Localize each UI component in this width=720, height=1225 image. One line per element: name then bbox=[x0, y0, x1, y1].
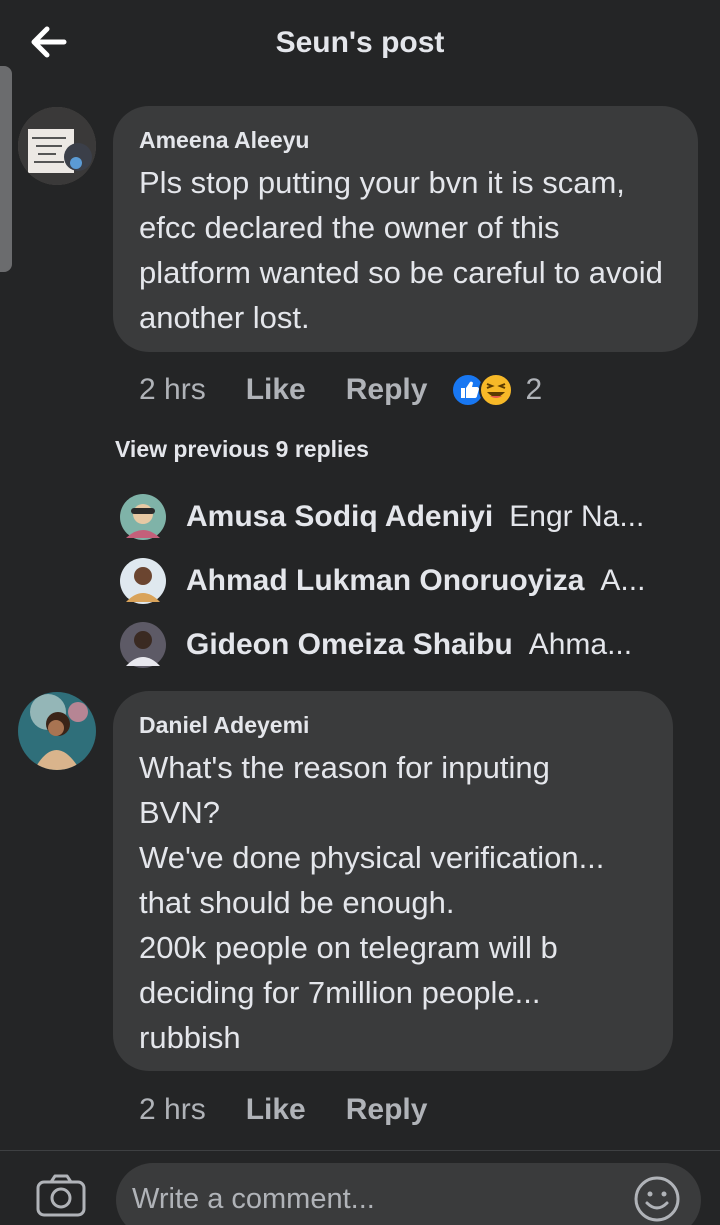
like-button[interactable]: Like bbox=[246, 373, 306, 407]
comment-bubble[interactable]: Daniel Adeyemi What's the reason for inp… bbox=[113, 691, 673, 1071]
avatar[interactable] bbox=[18, 692, 96, 770]
reply-button[interactable]: Reply bbox=[346, 373, 428, 407]
avatar bbox=[120, 558, 166, 604]
comment-line: We've done physical verification... bbox=[139, 840, 605, 875]
comment-line: BVN? bbox=[139, 795, 220, 830]
reply-preview[interactable]: Gideon Omeiza Shaibu Ahma... bbox=[120, 621, 680, 669]
reply-author: Amusa Sodiq Adeniyi bbox=[186, 500, 494, 533]
comment-line: 200k people on telegram will b bbox=[139, 930, 558, 965]
reply-author: Gideon Omeiza Shaibu bbox=[186, 628, 513, 661]
comment-timestamp[interactable]: 2 hrs bbox=[139, 373, 206, 407]
scroll-handle[interactable] bbox=[0, 66, 12, 272]
like-button[interactable]: Like bbox=[246, 1093, 306, 1127]
comment-line: that should be enough. bbox=[139, 885, 455, 920]
comment-bubble[interactable]: Ameena Aleeyu Pls stop putting your bvn … bbox=[113, 106, 698, 352]
comment-line: rubbish bbox=[139, 1020, 241, 1055]
comment-actions: 2 hrs Like Reply bbox=[139, 1090, 427, 1130]
reply-preview[interactable]: Ahmad Lukman Onoruoyiza A... bbox=[120, 557, 680, 605]
comment-author[interactable]: Daniel Adeyemi bbox=[139, 711, 647, 739]
emoji-button[interactable] bbox=[633, 1175, 681, 1225]
avatar[interactable] bbox=[18, 107, 96, 185]
reply-snippet: Engr Na... bbox=[509, 500, 645, 533]
comment-timestamp[interactable]: 2 hrs bbox=[139, 1093, 206, 1127]
reply-preview[interactable]: Amusa Sodiq Adeniyi Engr Na... bbox=[120, 493, 680, 541]
emoji-icon bbox=[634, 1176, 680, 1222]
avatar bbox=[120, 622, 166, 668]
camera-icon bbox=[36, 1174, 86, 1217]
view-previous-replies-link[interactable]: View previous 9 replies bbox=[115, 436, 369, 463]
reply-button[interactable]: Reply bbox=[346, 1093, 428, 1127]
comment-input-placeholder: Write a comment... bbox=[132, 1183, 375, 1215]
camera-button[interactable] bbox=[36, 1173, 86, 1222]
top-bar: Seun's post bbox=[0, 0, 720, 88]
haha-reaction-icon bbox=[479, 373, 514, 407]
comment-input[interactable]: Write a comment... bbox=[116, 1163, 701, 1225]
comment-actions: 2 hrs Like Reply 2 bbox=[139, 370, 542, 410]
comment-line: deciding for 7million people... bbox=[139, 975, 541, 1010]
page-title: Seun's post bbox=[275, 26, 445, 59]
reply-author: Ahmad Lukman Onoruoyiza bbox=[186, 564, 585, 597]
reactions-summary[interactable]: 2 bbox=[451, 373, 542, 407]
reaction-count: 2 bbox=[525, 373, 543, 406]
avatar-image bbox=[18, 692, 96, 770]
comment-author[interactable]: Ameena Aleeyu bbox=[139, 126, 672, 154]
avatar-image bbox=[18, 107, 96, 185]
comment-text: Pls stop putting your bvn it is scam, ef… bbox=[139, 165, 663, 335]
avatar bbox=[120, 494, 166, 540]
comment-text: What's the reason for inputing BVN? We'v… bbox=[139, 745, 647, 1060]
comment-composer: Write a comment... bbox=[0, 1150, 720, 1225]
reply-snippet: Ahma... bbox=[528, 628, 633, 661]
reply-snippet: A... bbox=[600, 564, 646, 597]
comment-line: What's the reason for inputing bbox=[139, 750, 550, 785]
